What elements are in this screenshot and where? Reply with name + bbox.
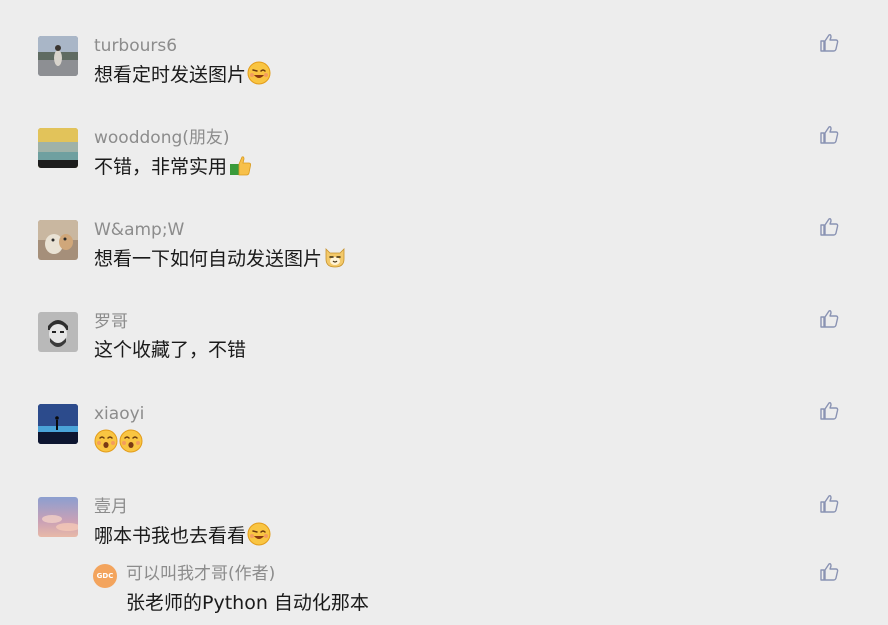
like-icon[interactable]: [818, 216, 840, 238]
like-icon[interactable]: [818, 493, 840, 515]
comment-item: xiaoyi: [0, 368, 888, 460]
reply-author: 可以叫我才哥(作者): [126, 564, 276, 584]
like-icon[interactable]: [818, 400, 840, 422]
comment-item: turbours6 想看定时发送图片: [0, 0, 888, 92]
comment-text: 哪本书我也去看看: [94, 522, 271, 549]
author-reply: GDC 可以叫我才哥(作者) 张老师的Python 自动化那本: [0, 558, 888, 625]
comment-author: turbours6: [94, 36, 178, 56]
comment-text: 想看一下如何自动发送图片: [94, 245, 347, 272]
comment-author: 罗哥: [94, 312, 128, 332]
comment-item: 壹月 哪本书我也去看看: [0, 461, 888, 553]
like-icon[interactable]: [818, 124, 840, 146]
comment-text: [94, 429, 143, 456]
avatar[interactable]: [38, 220, 78, 260]
like-icon[interactable]: [818, 308, 840, 330]
reply-avatar[interactable]: GDC: [93, 564, 117, 588]
avatar[interactable]: [38, 36, 78, 76]
comment-author: wooddong(朋友): [94, 128, 230, 148]
comment-author: xiaoyi: [94, 404, 145, 424]
kiss-face-emoji-icon: [119, 429, 143, 453]
comment-item: 罗哥 这个收藏了，不错: [0, 276, 888, 368]
comment-author: W&amp;W: [94, 220, 185, 240]
comment-text: 不错，非常实用: [94, 153, 252, 180]
avatar[interactable]: [38, 404, 78, 444]
like-icon[interactable]: [818, 32, 840, 54]
reply-text: 张老师的Python 自动化那本: [126, 592, 369, 614]
thumbs-up-emoji-icon: [228, 153, 252, 177]
comment-item: wooddong(朋友) 不错，非常实用: [0, 92, 888, 184]
cat-face-emoji-icon: [323, 245, 347, 269]
like-icon[interactable]: [818, 561, 840, 583]
grin-wink-emoji-icon: [247, 522, 271, 546]
comment-author: 壹月: [94, 497, 128, 517]
avatar[interactable]: [38, 497, 78, 537]
comment-text: 想看定时发送图片: [94, 61, 271, 88]
comment-item: W&amp;W 想看一下如何自动发送图片: [0, 184, 888, 276]
grin-wink-emoji-icon: [247, 61, 271, 85]
avatar[interactable]: [38, 312, 78, 352]
comment-text: 这个收藏了，不错: [94, 339, 247, 361]
kiss-face-emoji-icon: [94, 429, 118, 453]
avatar[interactable]: [38, 128, 78, 168]
